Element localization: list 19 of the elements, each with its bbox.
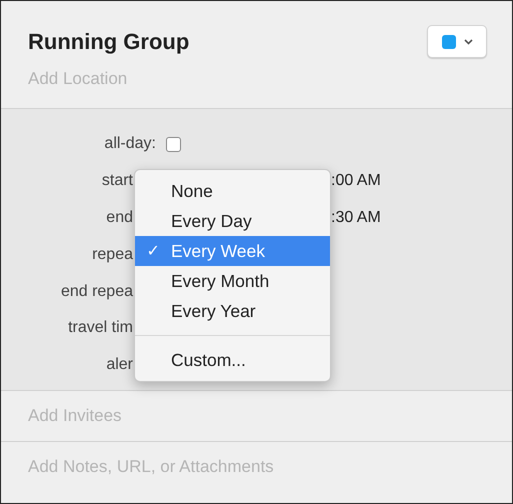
- menu-item[interactable]: Every Month: [135, 266, 330, 296]
- field-label: aler: [105, 356, 133, 374]
- menu-item[interactable]: Every Year: [135, 296, 330, 326]
- time-value[interactable]: :00 AM: [331, 172, 381, 190]
- field-label: end: [105, 208, 133, 227]
- event-title[interactable]: Running Group: [28, 25, 190, 55]
- all-day-checkbox[interactable]: [166, 136, 181, 152]
- time-value[interactable]: :30 AM: [331, 208, 381, 227]
- field-label: repea: [91, 246, 133, 264]
- menu-item[interactable]: Custom...: [135, 345, 330, 375]
- menu-item[interactable]: ✓ Every Week: [135, 236, 330, 266]
- field-label: all-day:: [103, 135, 156, 154]
- menu-item[interactable]: Every Day: [135, 206, 330, 236]
- field-label: start: [100, 172, 133, 190]
- field-label: travel tim: [67, 319, 133, 338]
- chevron-down-icon: [464, 38, 472, 44]
- menu-item[interactable]: None: [135, 176, 330, 206]
- field-label: end repea: [60, 282, 133, 301]
- calendar-color-button[interactable]: [427, 25, 487, 58]
